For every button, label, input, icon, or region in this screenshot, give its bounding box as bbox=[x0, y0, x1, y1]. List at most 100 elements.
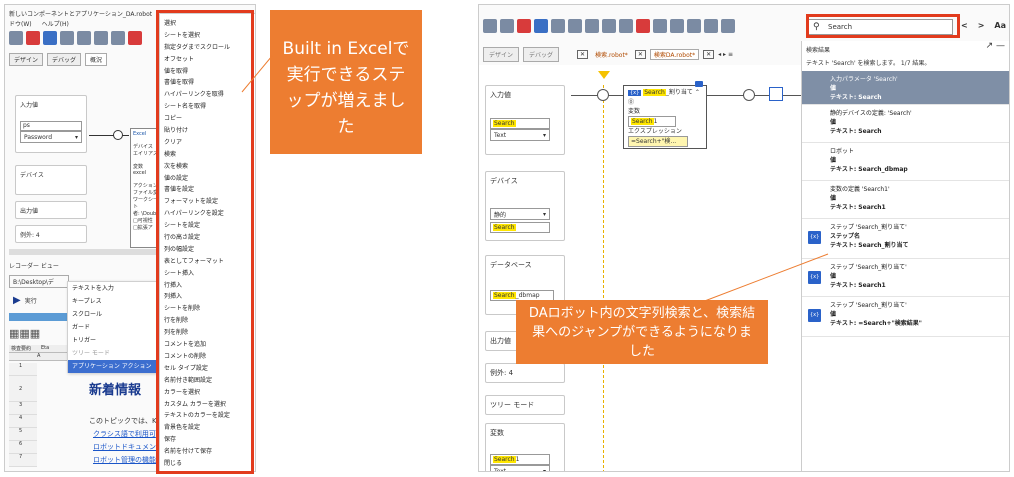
window3-icon[interactable] bbox=[721, 19, 735, 33]
search-result-item[interactable]: {x} ステップ 'Search_割り当て' 値テキスト: =Search+"検索結… bbox=[802, 297, 1009, 337]
stop-icon[interactable] bbox=[636, 19, 650, 33]
next-result-button[interactable]: > bbox=[978, 21, 985, 30]
minimize-icon[interactable]: — bbox=[996, 41, 1005, 51]
excel-action-item[interactable]: 貼り付け bbox=[160, 125, 255, 137]
undo-icon[interactable] bbox=[77, 31, 91, 45]
play-icon[interactable] bbox=[534, 19, 548, 33]
save-icon[interactable] bbox=[9, 31, 23, 45]
search-result-item[interactable]: 変数の定義 'Search1' 値テキスト: Search1 bbox=[802, 181, 1009, 219]
excel-action-item[interactable]: 名前を付けて保存 bbox=[160, 446, 255, 458]
undo-icon[interactable] bbox=[568, 19, 582, 33]
search-result-item[interactable]: {x} ステップ 'Search_割り当て' ステップ名 テキスト: Search_割… bbox=[802, 219, 1009, 259]
excel-action-item[interactable]: 選択 bbox=[160, 18, 255, 30]
menu-help[interactable]: ヘルプ(H) bbox=[42, 19, 69, 28]
search-result-item[interactable]: 入力パラメータ 'Search' 値テキスト: Search bbox=[802, 71, 1009, 105]
submenu-item-6[interactable]: アプリケーション アクション bbox=[68, 360, 160, 373]
pause-icon[interactable] bbox=[60, 31, 74, 45]
next-step-icon[interactable] bbox=[769, 87, 783, 101]
match-case-button[interactable]: Aa bbox=[994, 21, 1006, 30]
excel-action-item[interactable]: シート挿入 bbox=[160, 268, 255, 280]
excel-action-item[interactable]: クリア bbox=[160, 137, 255, 149]
excel-action-item[interactable]: シートを削除 bbox=[160, 303, 255, 315]
excel-action-item[interactable]: 行を削除 bbox=[160, 315, 255, 327]
tab-close-icon[interactable]: ✕ bbox=[634, 50, 646, 59]
search-box[interactable]: ⚲ Search bbox=[807, 19, 953, 35]
left-input-type-select[interactable]: Password ▾ bbox=[20, 131, 82, 143]
play-icon[interactable] bbox=[43, 31, 57, 45]
right-device-type-select[interactable]: 静的 ▾ bbox=[490, 208, 550, 220]
search-result-item[interactable]: ロボット値テキスト: Search_dbmap bbox=[802, 143, 1009, 181]
excel-action-item[interactable]: コピー bbox=[160, 113, 255, 125]
excel-action-item[interactable]: 書値を設定 bbox=[160, 184, 255, 196]
excel-action-item[interactable]: 値の設定 bbox=[160, 173, 255, 185]
redo-icon[interactable] bbox=[585, 19, 599, 33]
search-result-item[interactable]: 静的デバイスの定義: 'Search' 値テキスト: Search bbox=[802, 105, 1009, 143]
camera-icon[interactable] bbox=[653, 19, 667, 33]
tab-search-da-robot[interactable]: 検索DA.robot* bbox=[649, 49, 700, 60]
home-icon[interactable] bbox=[483, 19, 497, 33]
right-input-type-select[interactable]: Text ▾ bbox=[490, 129, 550, 141]
stop-icon[interactable] bbox=[128, 31, 142, 45]
refresh-icon[interactable] bbox=[111, 31, 125, 45]
search-result-item[interactable]: {x} ステップ 'Search_割り当て' 値テキスト: Search1 bbox=[802, 259, 1009, 297]
excel-action-item[interactable]: 閉じる bbox=[160, 458, 255, 470]
excel-action-item[interactable]: 指定タグまでスクロール bbox=[160, 42, 255, 54]
prev-result-button[interactable]: < bbox=[961, 21, 968, 30]
left-input-field[interactable]: ps bbox=[20, 121, 82, 131]
tab-close-icon[interactable]: ✕ bbox=[703, 50, 715, 59]
right-var-type-select[interactable]: Text ▾ bbox=[490, 465, 550, 471]
right-input-value[interactable]: Search bbox=[490, 118, 550, 129]
excel-action-item[interactable]: 表としてフォーマット bbox=[160, 256, 255, 268]
right-var-value[interactable]: Search1 bbox=[490, 454, 550, 465]
submenu-item-4[interactable]: トリガー bbox=[68, 334, 160, 347]
settings-icon[interactable] bbox=[619, 19, 633, 33]
excel-action-item[interactable]: 保存 bbox=[160, 434, 255, 446]
tab-debug[interactable]: デバッグ bbox=[47, 53, 82, 66]
excel-action-item[interactable]: フォーマットを設定 bbox=[160, 196, 255, 208]
window-icon[interactable] bbox=[687, 19, 701, 33]
excel-action-item[interactable]: 名前付き範囲設定 bbox=[160, 375, 255, 387]
refresh-icon[interactable] bbox=[602, 19, 616, 33]
excel-action-item[interactable]: 列を削除 bbox=[160, 327, 255, 339]
body-line-2[interactable]: ロボットドキュメン bbox=[93, 442, 156, 452]
redo-icon[interactable] bbox=[94, 31, 108, 45]
excel-action-item[interactable]: 列挿入 bbox=[160, 291, 255, 303]
tab-design[interactable]: デザイン bbox=[9, 53, 44, 66]
excel-action-item[interactable]: シート名を取得 bbox=[160, 101, 255, 113]
exec-button[interactable]: ▶ 実行 bbox=[13, 295, 37, 306]
menu-window[interactable]: ドウ(W) bbox=[9, 19, 32, 28]
excel-action-item[interactable]: 行の高さ設定 bbox=[160, 232, 255, 244]
pause-icon[interactable] bbox=[551, 19, 565, 33]
excel-action-item[interactable]: テキストのカラーを設定 bbox=[160, 410, 255, 422]
target-icon[interactable] bbox=[670, 19, 684, 33]
excel-action-item[interactable]: シートを設定 bbox=[160, 220, 255, 232]
record-icon[interactable] bbox=[517, 19, 531, 33]
excel-action-item[interactable]: コメントの削除 bbox=[160, 351, 255, 363]
excel-action-item[interactable]: 行挿入 bbox=[160, 280, 255, 292]
right-device-value[interactable]: Search bbox=[490, 222, 550, 233]
submenu-item-1[interactable]: キープレス bbox=[68, 295, 160, 308]
excel-action-item[interactable]: シートを選択 bbox=[160, 30, 255, 42]
left-scrollbar[interactable] bbox=[9, 249, 161, 255]
excel-action-item[interactable]: カスタム カラーを選択 bbox=[160, 399, 255, 411]
tab-design[interactable]: デザイン bbox=[483, 47, 520, 62]
tab-nav-icon[interactable]: ◂ ▸ ≡ bbox=[718, 51, 733, 58]
record-icon[interactable] bbox=[26, 31, 40, 45]
assign-step-node[interactable]: {x} Search_割り当て ⌃ ⓪ 変数 Search1 エクスプレッション… bbox=[623, 85, 707, 149]
pin-icon[interactable]: ↗ bbox=[986, 41, 994, 51]
excel-action-item[interactable]: 列の幅設定 bbox=[160, 244, 255, 256]
tab-overview[interactable]: 概況 bbox=[85, 53, 108, 66]
tab-search-robot[interactable]: 検索.robot* bbox=[592, 50, 631, 59]
excel-action-item[interactable]: カラーを選択 bbox=[160, 387, 255, 399]
window2-icon[interactable] bbox=[704, 19, 718, 33]
submenu-item-2[interactable]: スクロール bbox=[68, 308, 160, 321]
submenu-item-0[interactable]: テキストを入力 bbox=[68, 282, 160, 295]
body-line-3[interactable]: ロボット管理の機能 bbox=[93, 455, 156, 465]
excel-action-item[interactable]: 検索 bbox=[160, 149, 255, 161]
excel-action-item[interactable]: ハイパーリンクを設定 bbox=[160, 208, 255, 220]
body-line-1[interactable]: クラシス語で利用可 bbox=[93, 429, 156, 439]
submenu-item-3[interactable]: ガード bbox=[68, 321, 160, 334]
excel-action-item[interactable]: 背景色を設定 bbox=[160, 422, 255, 434]
tab-close-icon[interactable]: ✕ bbox=[577, 50, 589, 59]
excel-action-item[interactable]: セル タイプ設定 bbox=[160, 363, 255, 375]
